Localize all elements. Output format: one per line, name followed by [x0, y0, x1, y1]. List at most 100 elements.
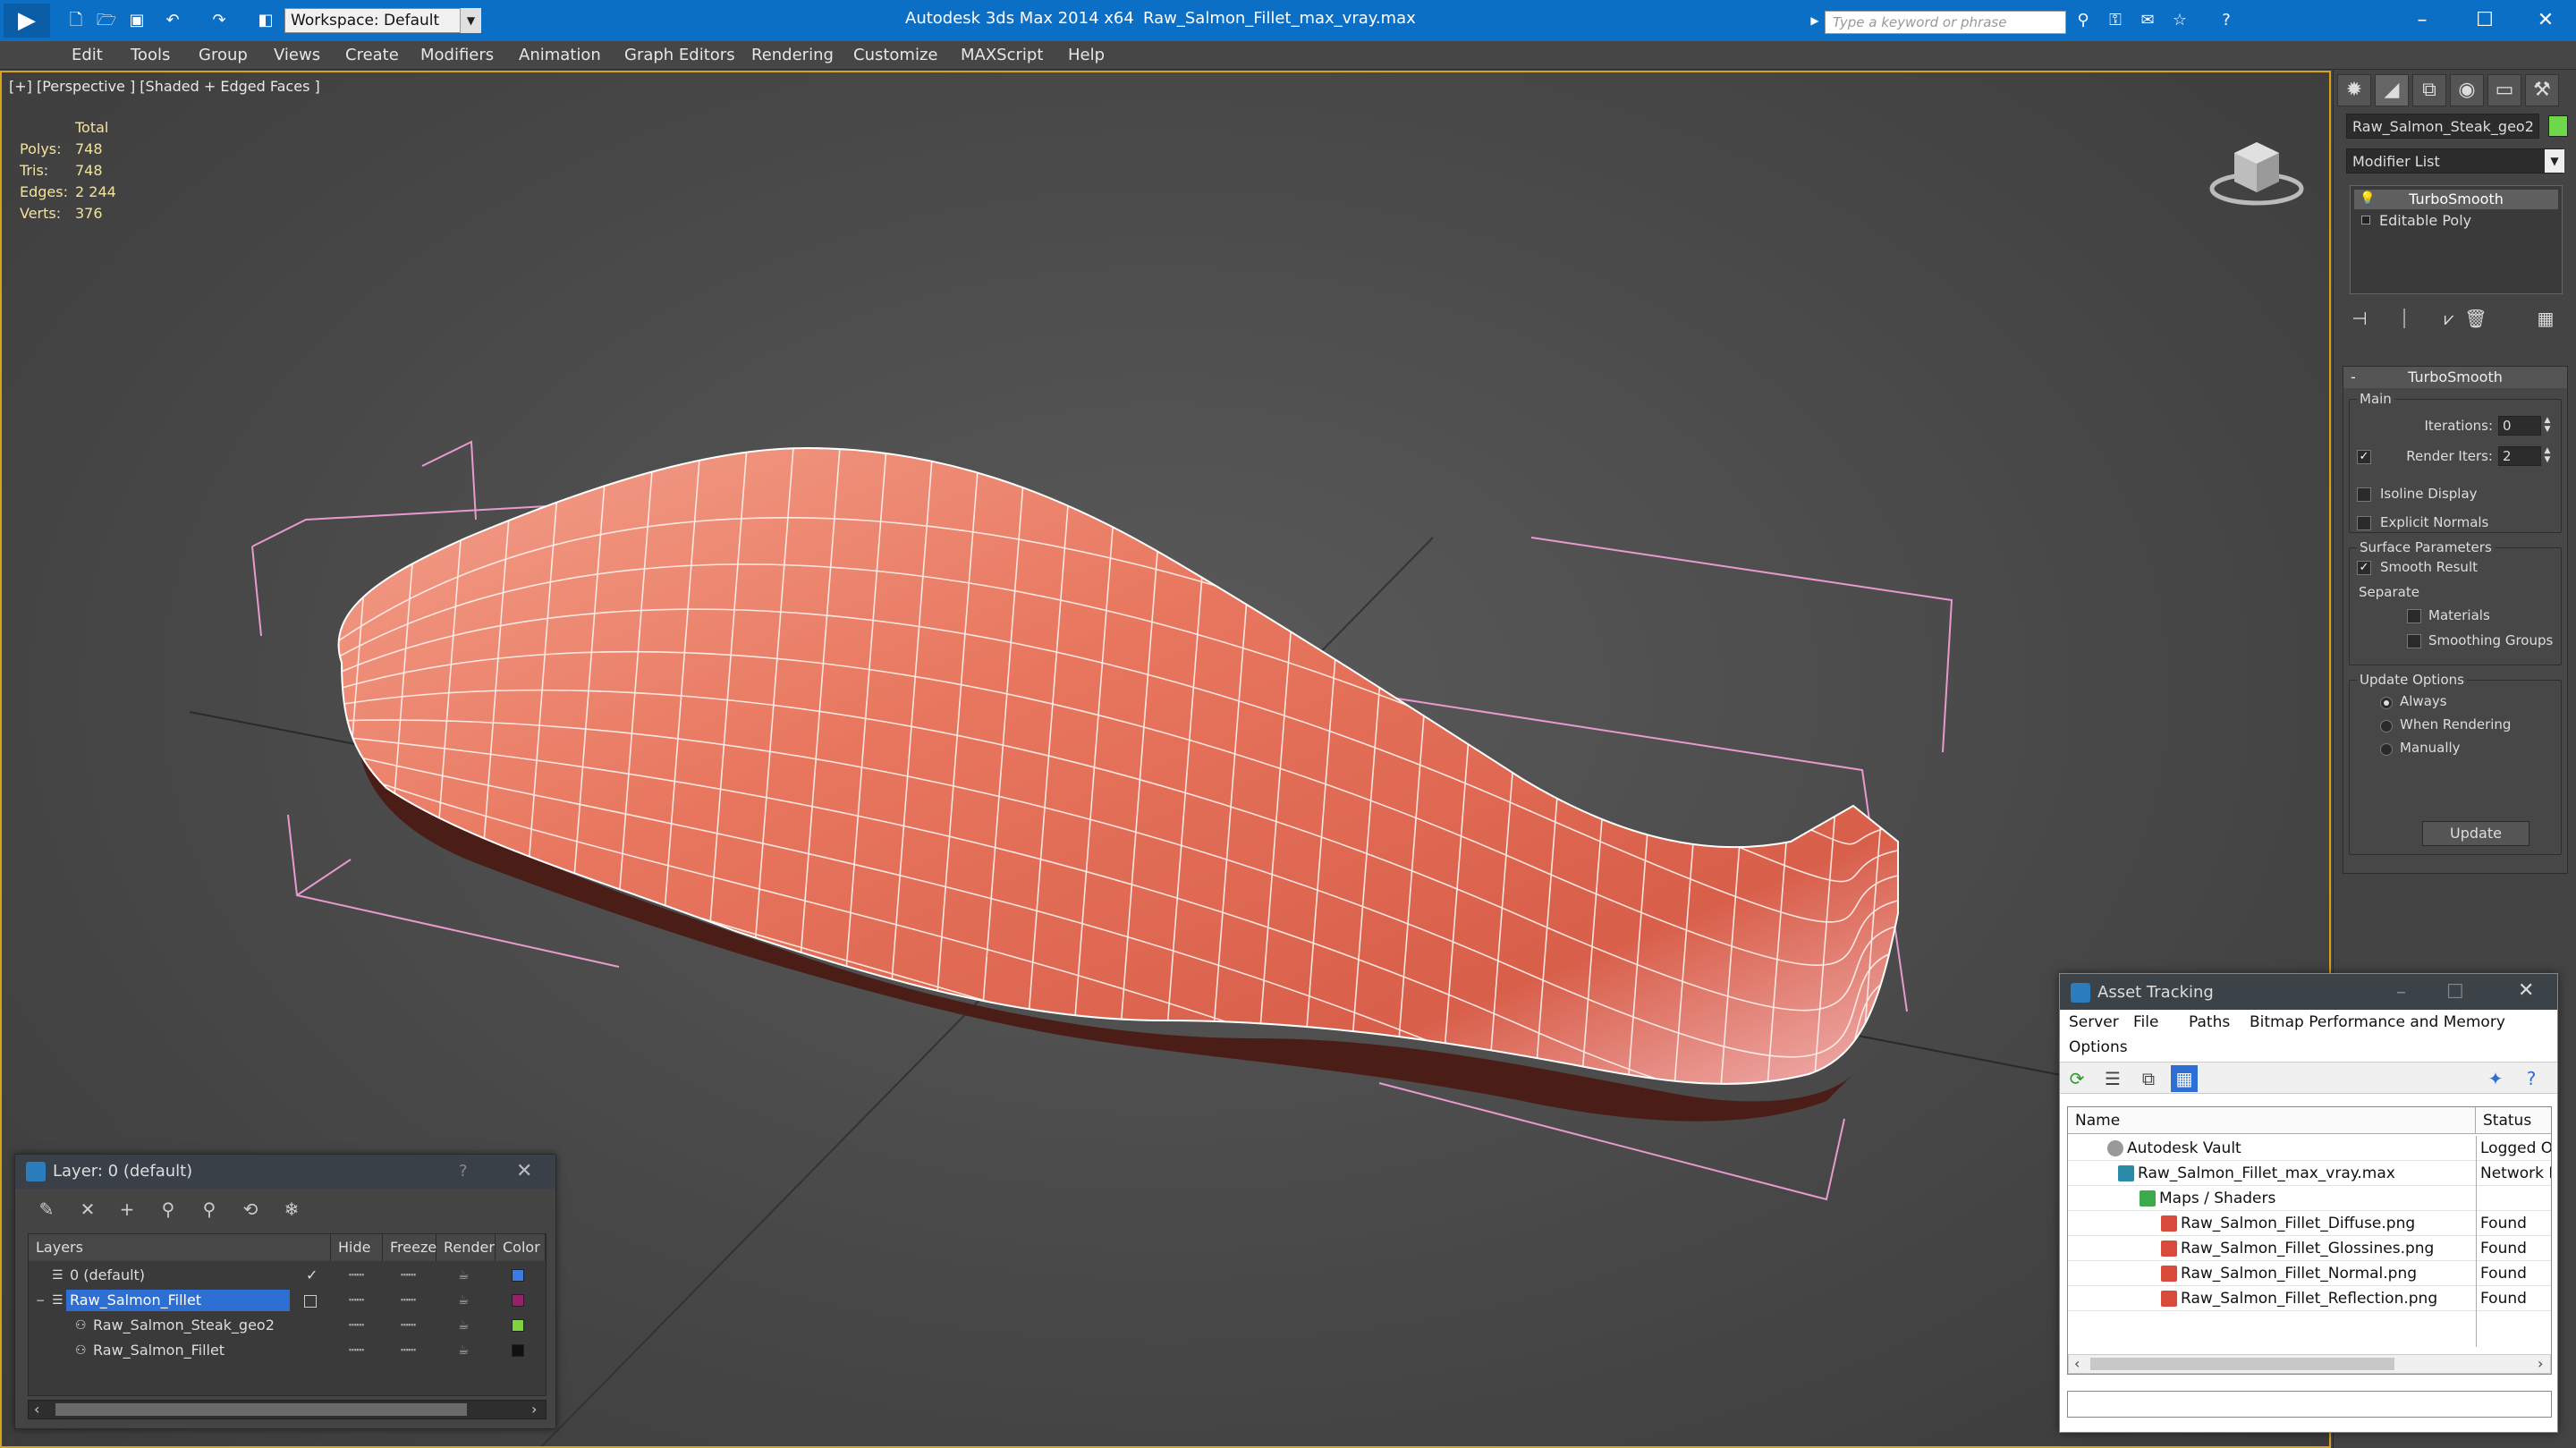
scroll-right-icon[interactable]: › [2538, 1355, 2543, 1373]
menu-paths[interactable]: Paths [2189, 1013, 2230, 1031]
radio-when-rendering[interactable] [2380, 720, 2393, 732]
freeze-toggle[interactable]: ┅┅ [401, 1288, 416, 1313]
tree-view-icon[interactable]: ⧉ [2135, 1065, 2162, 1092]
asset-tracking-title[interactable]: Asset Tracking – ☐ ✕ [2060, 974, 2557, 1010]
scroll-right-icon[interactable]: › [531, 1401, 537, 1418]
column-header-color[interactable]: Color [496, 1234, 546, 1261]
modifier-list-dropdown[interactable]: Modifier List [2346, 148, 2563, 174]
highlight-icon[interactable]: ✦ [2482, 1065, 2509, 1092]
viewcube-icon[interactable] [2207, 117, 2306, 216]
menu-customize[interactable]: Customize [853, 46, 937, 64]
expand-icon[interactable]: − [36, 1288, 45, 1313]
menu-views[interactable]: Views [274, 46, 320, 64]
help-icon[interactable]: ? [2215, 9, 2238, 32]
favorites-icon[interactable]: ☆ [2168, 9, 2191, 32]
table-row[interactable]: − ☰ Raw_Salmon_Fillet ┅┅ ┅┅ ☕ [29, 1288, 546, 1313]
configure-sets-icon[interactable]: ▦ [2532, 305, 2559, 332]
iterations-spinner[interactable]: 0 [2498, 416, 2541, 436]
radio-always[interactable] [2380, 697, 2393, 709]
hide-all-icon[interactable]: ⟲ [237, 1196, 264, 1223]
column-header-layers[interactable]: Layers [29, 1234, 331, 1261]
open-file-icon[interactable]: 🗁 [95, 9, 118, 32]
app-logo-icon[interactable]: ▶ [4, 4, 50, 38]
render-iters-checkbox[interactable]: ✓ [2357, 450, 2371, 464]
menu-server[interactable]: Server [2069, 1013, 2119, 1031]
utilities-tab-icon[interactable]: ⚒ [2525, 74, 2559, 106]
asset-horizontal-scrollbar[interactable]: ‹ › [2068, 1354, 2551, 1374]
refresh-icon[interactable]: ⟳ [2063, 1065, 2090, 1092]
freeze-all-icon[interactable]: ❄ [278, 1196, 305, 1223]
list-view-icon[interactable]: ☰ [2099, 1065, 2126, 1092]
spinner-arrows-icon[interactable]: ▲ ▼ [2541, 446, 2554, 466]
table-row[interactable]: Raw_Salmon_Fillet_max_vray.max Network I [2068, 1161, 2551, 1186]
menu-animation[interactable]: Animation [519, 46, 601, 64]
render-teapot-icon[interactable]: ☕ [458, 1338, 470, 1363]
hide-toggle[interactable]: ┅┅ [349, 1338, 364, 1363]
menu-modifiers[interactable]: Modifiers [420, 46, 494, 64]
workspace-dropdown[interactable]: Workspace: Default [284, 8, 479, 33]
spinner-arrows-icon[interactable]: ▲ ▼ [2541, 416, 2554, 436]
layer-color-swatch[interactable] [512, 1269, 524, 1282]
close-icon[interactable]: ✕ [2519, 4, 2572, 38]
help-icon[interactable]: ? [2518, 1065, 2545, 1092]
save-file-icon[interactable]: ▣ [125, 9, 148, 32]
isoline-checkbox[interactable] [2357, 487, 2371, 502]
column-header-status[interactable]: Status [2476, 1107, 2551, 1134]
maximize-icon[interactable]: ☐ [2458, 4, 2512, 38]
search-input[interactable]: Type a keyword or phrase [1825, 11, 2066, 34]
smooth-result-checkbox[interactable]: ✓ [2357, 561, 2371, 575]
highlight-layer-icon[interactable]: ⚲ [196, 1196, 223, 1223]
radio-manually[interactable] [2380, 743, 2393, 756]
table-row[interactable]: Raw_Salmon_Fillet_Glossines.png Found [2068, 1236, 2551, 1261]
table-row[interactable]: Raw_Salmon_Fillet_Normal.png Found [2068, 1261, 2551, 1286]
menu-edit[interactable]: Edit [72, 46, 103, 64]
close-icon[interactable]: ✕ [516, 1160, 532, 1182]
subscription-icon[interactable]: ⚿ [2104, 9, 2127, 32]
new-file-icon[interactable]: 🗋 [64, 9, 88, 32]
motion-tab-icon[interactable]: ◉ [2450, 74, 2484, 106]
menu-create[interactable]: Create [345, 46, 399, 64]
menu-tools[interactable]: Tools [131, 46, 170, 64]
hierarchy-tab-icon[interactable]: ⧉ [2412, 74, 2446, 106]
column-header-render[interactable]: Render [436, 1234, 496, 1261]
table-row[interactable]: Maps / Shaders [2068, 1186, 2551, 1211]
column-header-name[interactable]: Name [2068, 1107, 2476, 1134]
pin-stack-icon[interactable]: ⊣ [2346, 305, 2373, 332]
object-color-swatch[interactable] [2548, 115, 2568, 137]
table-row[interactable]: Raw_Salmon_Fillet_Reflection.png Found [2068, 1286, 2551, 1311]
freeze-toggle[interactable]: ┅┅ [401, 1338, 416, 1363]
select-objects-icon[interactable]: ⚲ [155, 1196, 182, 1223]
scroll-left-icon[interactable]: ‹ [2074, 1355, 2080, 1373]
rollout-header[interactable]: - TurboSmooth [2343, 367, 2567, 388]
chevron-down-icon[interactable]: ▼ [2545, 149, 2564, 173]
modify-tab-icon[interactable]: ◢ [2375, 74, 2409, 106]
stack-item-turbosmooth[interactable]: TurboSmooth [2354, 190, 2558, 209]
add-to-layer-icon[interactable]: + [114, 1196, 140, 1223]
table-row[interactable]: Raw_Salmon_Fillet_Diffuse.png Found [2068, 1211, 2551, 1236]
create-tab-icon[interactable]: ✹ [2337, 74, 2371, 106]
redo-icon[interactable]: ↷ [208, 9, 231, 32]
menu-rendering[interactable]: Rendering [751, 46, 834, 64]
new-layer-icon[interactable]: ✎ [33, 1196, 60, 1223]
stack-item-editable-poly[interactable]: Editable Poly [2354, 211, 2558, 231]
materials-checkbox[interactable] [2407, 609, 2421, 623]
table-view-icon[interactable]: ▦ [2171, 1065, 2198, 1092]
table-row[interactable]: ⚇ Raw_Salmon_Steak_geo2 ┅┅ ┅┅ ☕ [29, 1313, 546, 1338]
freeze-toggle[interactable]: ┅┅ [401, 1263, 416, 1288]
render-iters-spinner[interactable]: 2 [2498, 446, 2541, 466]
menu-group[interactable]: Group [199, 46, 248, 64]
show-end-result-icon[interactable]: ⏐ [2391, 305, 2418, 332]
render-teapot-icon[interactable]: ☕ [458, 1288, 470, 1313]
make-unique-icon[interactable]: ⩗ [2436, 305, 2462, 332]
minimize-icon[interactable]: – [2395, 4, 2449, 38]
menu-bitmap-performance[interactable]: Bitmap Performance and Memory [2250, 1013, 2505, 1031]
column-header-hide[interactable]: Hide [331, 1234, 383, 1261]
light-bulb-icon[interactable]: 💡 [2360, 191, 2375, 206]
scroll-left-icon[interactable]: ‹ [34, 1401, 39, 1418]
menu-graph-editors[interactable]: Graph Editors [624, 46, 735, 64]
render-teapot-icon[interactable]: ☕ [458, 1313, 470, 1338]
layer-horizontal-scrollbar[interactable]: ‹ › [28, 1400, 547, 1419]
display-tab-icon[interactable]: ▭ [2487, 74, 2521, 106]
binoculars-icon[interactable]: ⚲ [2072, 9, 2095, 32]
object-color-swatch[interactable] [512, 1344, 524, 1357]
